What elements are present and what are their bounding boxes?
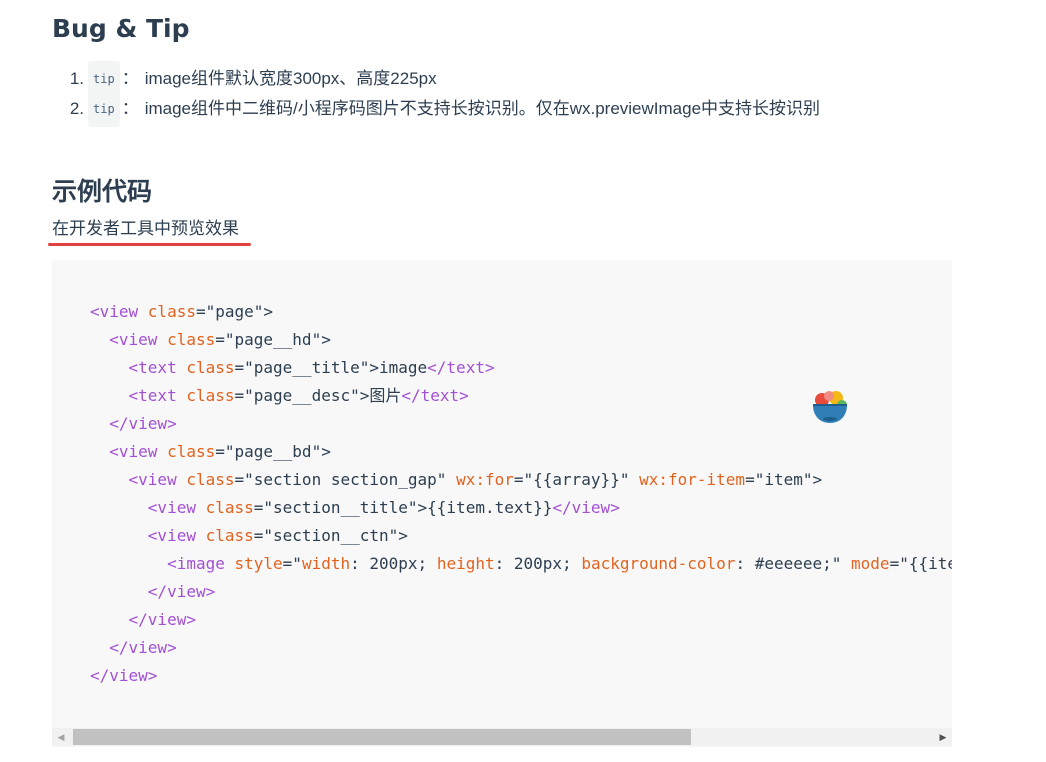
code-text: ="page">: [195, 302, 274, 321]
tips-list: 1. tip ： image组件默认宽度300px、高度225px 2. tip…: [52, 61, 821, 127]
code-attribute: class: [167, 330, 216, 349]
code-tag: <view: [147, 498, 206, 517]
code-attribute: width: [301, 554, 351, 573]
list-number: 2.: [69, 99, 84, 118]
code-content: <view class="page"> <view class="page__h…: [90, 298, 952, 690]
horizontal-scrollbar[interactable]: ◀ ▶: [52, 728, 952, 746]
link-underline: [48, 243, 251, 246]
code-line: </view>: [90, 634, 952, 662]
arrow-right-icon[interactable]: ▶: [934, 728, 952, 746]
code-text: ="{{item.mode}}": [889, 554, 952, 573]
code-tag: <image: [167, 554, 235, 573]
tip-item-2: 2. tip ： image组件中二维码/小程序码图片不支持长按识别。仅在wx.…: [52, 91, 821, 127]
code-text: : 200px;: [350, 554, 437, 573]
code-line: <view class="section__title">{{item.text…: [90, 494, 952, 522]
code-attribute: class: [186, 386, 235, 405]
heading-bug-tip: Bug & Tip: [52, 14, 190, 43]
heading-example-code: 示例代码: [52, 177, 153, 206]
code-text: ="section__title">{{item.text}}: [253, 498, 553, 517]
code-attribute: style: [234, 554, 283, 573]
code-text: ="section section_gap": [234, 470, 457, 489]
code-attribute: wx:for-item: [639, 470, 746, 489]
code-line: <image style="width: 200px; height: 200p…: [90, 550, 952, 578]
code-attribute: height: [436, 554, 495, 573]
code-tag: </view>: [552, 498, 620, 517]
code-tag: <view: [109, 442, 168, 461]
code-attribute: class: [186, 358, 235, 377]
food-bowl-icon: [813, 391, 847, 423]
code-text: =": [282, 554, 302, 573]
code-tag: <text: [128, 358, 187, 377]
code-line: </view>: [90, 578, 952, 606]
doc-page: Bug & Tip 1. tip ： image组件默认宽度300px、高度22…: [0, 0, 1046, 762]
code-text: ="page__desc">图片: [234, 386, 402, 405]
tip-code: tip: [88, 91, 120, 127]
scrollbar-thumb[interactable]: [73, 729, 691, 745]
preview-in-devtools-link[interactable]: 在开发者工具中预览效果: [52, 216, 239, 242]
tip-item-1: 1. tip ： image组件默认宽度300px、高度225px: [52, 61, 820, 97]
code-attribute: class: [205, 498, 254, 517]
code-tag: <view: [128, 470, 187, 489]
code-line: <text class="page__title">image</text>: [90, 354, 952, 382]
code-tag: <view: [90, 302, 148, 321]
code-text: ="section__ctn">: [253, 526, 408, 545]
code-tag: </text>: [427, 358, 495, 377]
code-tag: </view>: [109, 414, 177, 433]
list-number: 1.: [69, 69, 84, 88]
code-attribute: class: [186, 470, 235, 489]
code-text: : 200px;: [494, 554, 582, 573]
code-tag: </view>: [147, 582, 216, 601]
code-attribute: class: [167, 442, 216, 461]
code-attribute: background-color: [581, 554, 736, 573]
code-line: <view class="section section_gap" wx:for…: [90, 466, 952, 494]
code-tag: <view: [147, 526, 206, 545]
code-tag: </view>: [128, 610, 196, 629]
code-tag: </view>: [109, 638, 177, 657]
code-line: <view class="page">: [90, 298, 952, 326]
code-text: ="page__hd">: [215, 330, 331, 349]
code-attribute: wx:for: [456, 470, 514, 489]
code-attribute: class: [205, 526, 254, 545]
code-text: ="page__bd">: [215, 442, 331, 461]
code-attribute: mode: [851, 554, 890, 573]
tip-text: image组件中二维码/小程序码图片不支持长按识别。仅在wx.previewIm…: [144, 99, 821, 118]
code-line: </view>: [90, 606, 952, 634]
code-line: <view class="section__ctn">: [90, 522, 952, 550]
code-tag: </view>: [90, 666, 158, 685]
code-line: </view>: [90, 662, 952, 690]
code-line: <view class="page__bd">: [90, 438, 952, 466]
code-tag: <view: [109, 330, 168, 349]
code-tag: <text: [128, 386, 187, 405]
code-block: <view class="page"> <view class="page__h…: [52, 260, 952, 747]
arrow-left-icon[interactable]: ◀: [52, 728, 70, 746]
tip-text: image组件默认宽度300px、高度225px: [144, 69, 437, 88]
code-line: <view class="page__hd">: [90, 326, 952, 354]
colon: ：: [121, 99, 139, 118]
code-attribute: class: [147, 302, 196, 321]
code-tag: </text>: [401, 386, 469, 405]
code-text: : #eeeeee;": [735, 554, 852, 573]
code-text: ="item">: [745, 470, 823, 489]
colon: ：: [121, 69, 139, 88]
code-text: ="{{array}}": [513, 470, 640, 489]
code-text: ="page__title">image: [234, 358, 428, 377]
